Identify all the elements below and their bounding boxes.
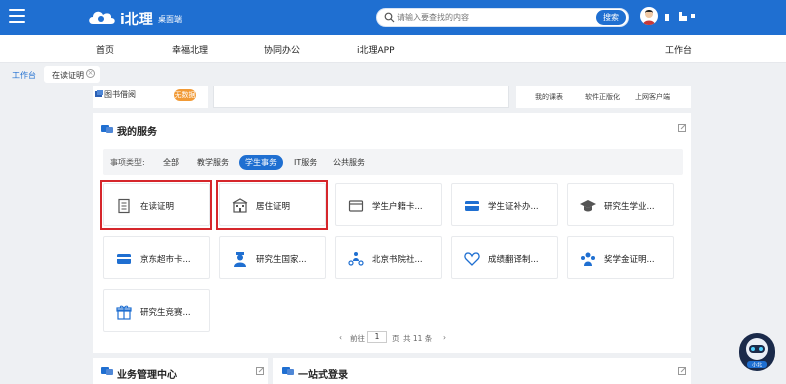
filter-it[interactable]: IT服务 — [294, 157, 317, 168]
service-label: 学生户籍卡... — [372, 202, 423, 212]
service-label: 京东超市卡... — [140, 255, 191, 265]
document-icon — [118, 198, 130, 214]
service-card[interactable]: 学生证补办... — [451, 183, 558, 226]
service-card[interactable]: 学生户籍卡... — [335, 183, 442, 226]
nav-home[interactable]: 首页 — [96, 43, 114, 56]
pager-before: 前往 — [350, 334, 365, 343]
service-card[interactable]: 在读证明 — [103, 183, 210, 226]
building-icon — [232, 198, 248, 213]
assistant-robot[interactable]: 小北 — [739, 333, 775, 371]
service-label: 研究生学业... — [604, 202, 655, 212]
service-label: 在读证明 — [140, 202, 175, 212]
user-avatar-icon — [643, 10, 655, 25]
app-name: i北理 — [120, 12, 153, 28]
heart-hands-icon — [464, 252, 480, 266]
card-icon — [117, 254, 131, 264]
card-icon — [465, 201, 479, 211]
nav-happy-bit[interactable]: 幸福北理 — [172, 43, 208, 56]
edit-icon[interactable] — [678, 124, 686, 132]
pager-prev[interactable]: ‹ — [339, 333, 342, 342]
logo-icon — [89, 11, 115, 24]
service-label: 成绩翻译制... — [488, 255, 539, 265]
people-icon — [348, 252, 364, 266]
app-sub: 桌面端 — [158, 15, 182, 24]
search-box: 搜索 — [376, 8, 629, 27]
avatar[interactable] — [640, 7, 658, 25]
search-input[interactable] — [397, 11, 572, 24]
service-label: 学生证补办... — [488, 202, 539, 212]
close-icon[interactable]: × — [86, 69, 95, 78]
page-number-input[interactable]: 1 — [367, 331, 387, 343]
nav-office[interactable]: 协同办公 — [264, 43, 300, 56]
status-badge: 无数据 — [174, 89, 196, 101]
nav-app[interactable]: i北理APP — [357, 43, 395, 56]
group-icon — [581, 252, 595, 266]
service-label: 北京书院社... — [372, 255, 423, 265]
login-title: 一站式登录 — [298, 370, 348, 381]
search-button[interactable]: 搜索 — [596, 10, 626, 25]
login-icon — [282, 367, 294, 375]
service-card[interactable]: 京东超市卡... — [103, 236, 210, 279]
service-card[interactable]: 研究生国家... — [219, 236, 326, 279]
service-card[interactable]: 成绩翻译制... — [451, 236, 558, 279]
robot-label: 小北 — [752, 362, 762, 369]
service-card[interactable]: 北京书院社... — [335, 236, 442, 279]
tab-current-label: 在读证明 — [52, 71, 84, 80]
service-card[interactable]: 研究生学业... — [567, 183, 674, 226]
robot-icon: 小北 — [746, 338, 768, 369]
services-title: 我的服务 — [117, 127, 157, 138]
filter-all[interactable]: 全部 — [163, 157, 179, 168]
user-menu-icon[interactable] — [665, 11, 697, 23]
link-client[interactable]: 上网客户端 — [635, 92, 670, 102]
pager-total: 共 11 条 — [403, 334, 433, 343]
filter-public[interactable]: 公共服务 — [333, 157, 365, 168]
graduation-cap-icon — [580, 200, 596, 212]
management-title: 业务管理中心 — [117, 370, 177, 381]
service-label: 研究生国家... — [256, 255, 307, 265]
link-software[interactable]: 软件正版化 — [585, 92, 620, 102]
service-card[interactable]: 奖学金证明... — [567, 236, 674, 279]
book-icon — [95, 90, 103, 97]
filter-teaching[interactable]: 教学服务 — [197, 157, 229, 168]
gift-icon — [116, 305, 132, 320]
pager-after: 页 — [392, 334, 400, 343]
edit-icon[interactable] — [256, 367, 264, 375]
filter-student-affairs[interactable]: 学生事务 — [239, 155, 283, 170]
tab-strip: 工作台 在读证明 × — [0, 63, 786, 86]
notes-textarea[interactable] — [213, 86, 509, 108]
service-label: 研究生竞赛... — [140, 308, 191, 318]
pager-next[interactable]: › — [443, 333, 446, 342]
person-icon — [234, 252, 246, 267]
top-bar: i北理 桌面端 搜索 — [0, 0, 786, 35]
tab-workspace[interactable]: 工作台 — [12, 70, 36, 81]
service-card[interactable]: 研究生竞赛... — [103, 289, 210, 332]
edit-icon[interactable] — [678, 367, 686, 375]
management-icon — [101, 367, 113, 375]
link-schedule[interactable]: 我的课表 — [535, 92, 563, 102]
id-card-icon — [348, 200, 364, 212]
book-label: 图书借阅 — [104, 90, 136, 99]
main-nav: 首页 幸福北理 协同办公 i北理APP 工作台 — [0, 35, 786, 63]
service-label: 居住证明 — [256, 202, 291, 212]
filter-bar — [103, 149, 683, 175]
search-icon — [384, 12, 395, 23]
service-card[interactable]: 居住证明 — [219, 183, 326, 226]
service-label: 奖学金证明... — [604, 255, 655, 265]
filter-label: 事项类型: — [110, 158, 145, 167]
menu-icon[interactable] — [9, 9, 25, 23]
services-icon — [101, 125, 113, 133]
nav-workspace[interactable]: 工作台 — [665, 43, 692, 56]
tab-current[interactable]: 在读证明 × — [44, 66, 100, 83]
